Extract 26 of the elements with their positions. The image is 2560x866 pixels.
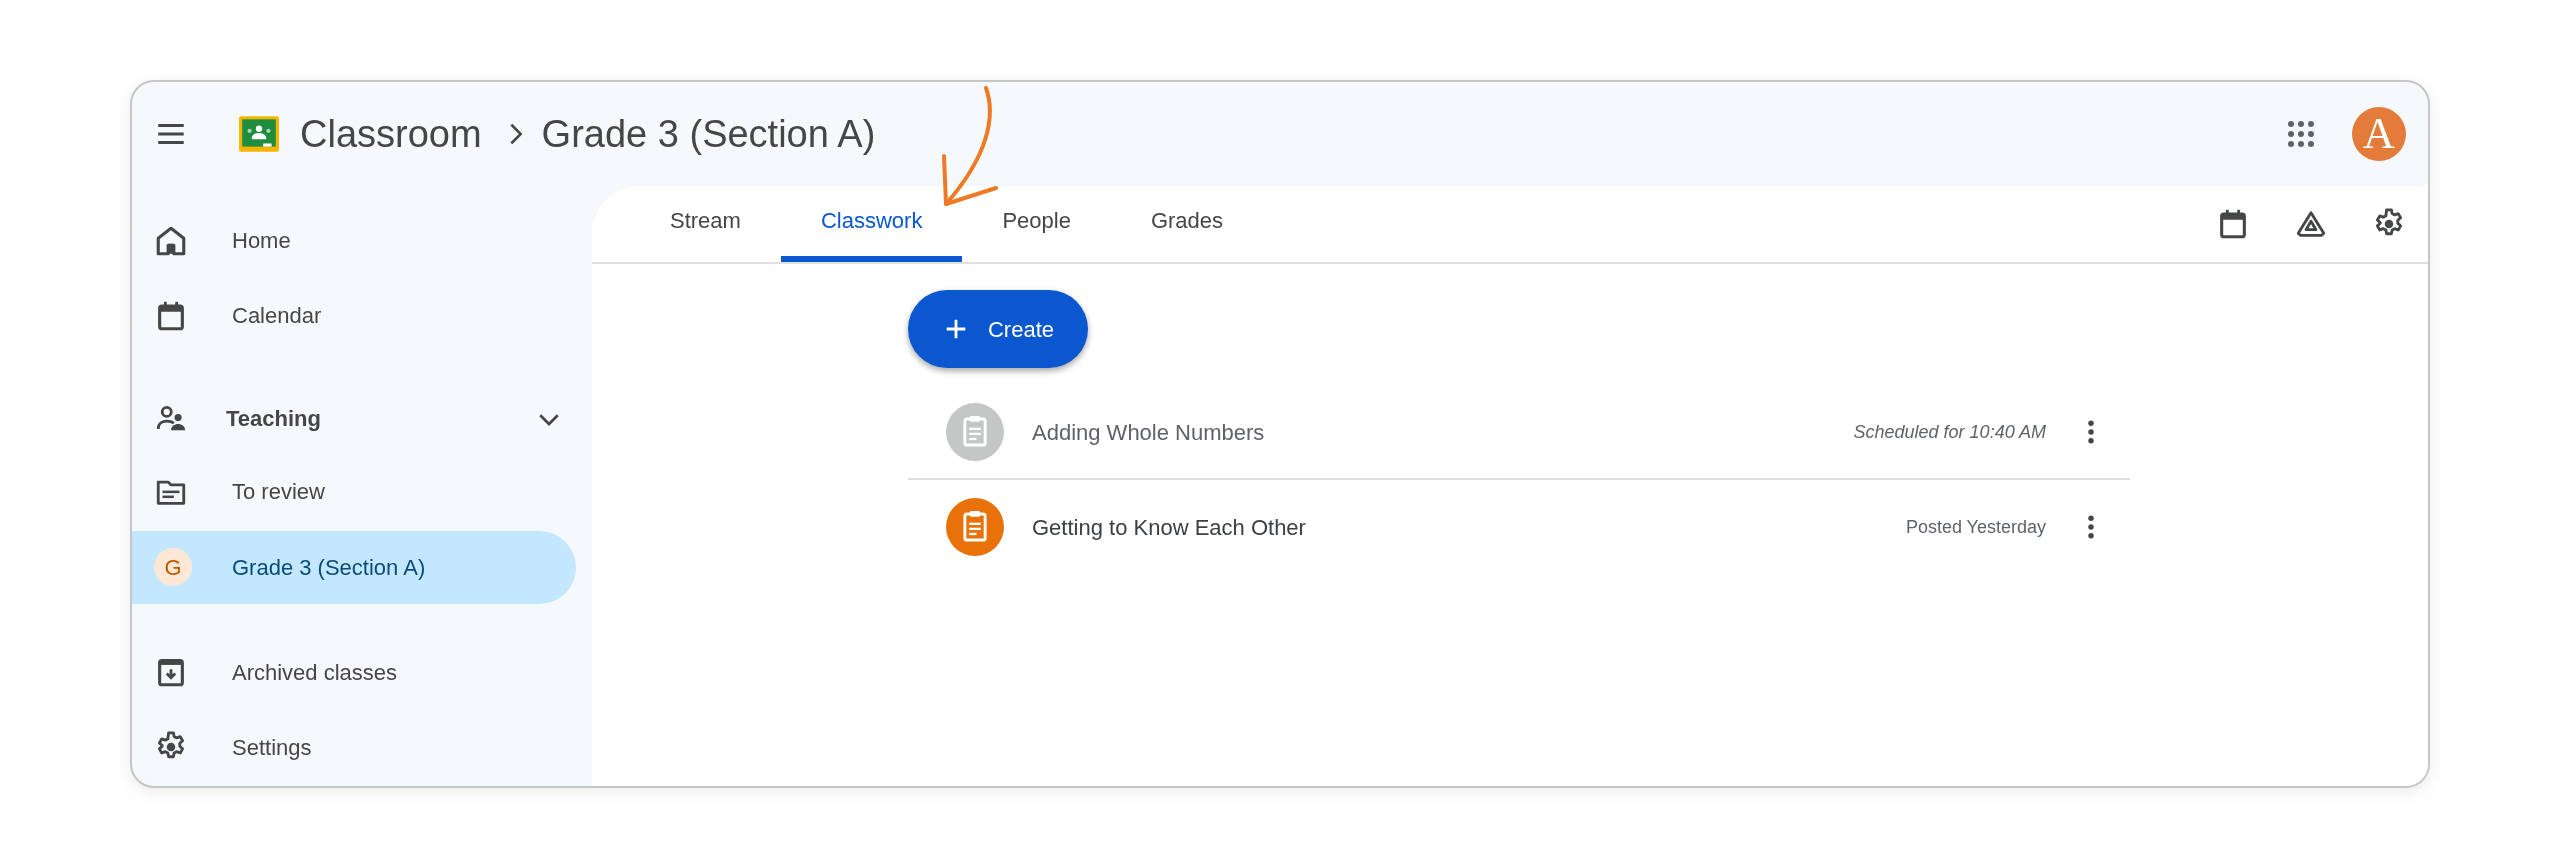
tab[interactable]: Stream — [630, 184, 781, 262]
assignment-title: Getting to Know Each Other — [1032, 513, 1306, 542]
class-avatar: G — [154, 548, 192, 587]
assignment-icon — [946, 498, 1004, 556]
sidebar-section[interactable]: Teaching — [132, 382, 592, 456]
assignment-title: Adding Whole Numbers — [1032, 418, 1265, 447]
class-title: Grade 3 (Section A) — [541, 111, 876, 157]
assignment-status: Posted Yesterday — [1905, 515, 2046, 539]
sidebar-item[interactable]: Calendar — [132, 279, 592, 353]
tab[interactable]: People — [962, 184, 1111, 262]
sidebar-class-item[interactable]: G Grade 3 (Section A) — [132, 530, 576, 604]
tab[interactable]: Classwork — [780, 184, 963, 262]
sidebar-item[interactable]: Settings — [132, 710, 592, 784]
assignment-row[interactable]: Getting to Know Each Other Posted Yesterday — [908, 480, 2130, 574]
app-title[interactable]: Classroom — [300, 105, 482, 163]
assignment-status: Scheduled for 10:40 AM — [1853, 420, 2046, 444]
sidebar-item[interactable]: To review — [132, 455, 592, 529]
sidebar-item[interactable]: Archived classes — [132, 635, 592, 709]
chevron-right-icon — [509, 123, 522, 145]
sidebar-item[interactable]: Home — [132, 204, 592, 278]
assignment-icon — [946, 403, 1004, 461]
tab[interactable]: Grades — [1110, 184, 1264, 262]
classroom-logo-icon — [238, 113, 280, 155]
create-button[interactable]: Create — [908, 290, 1088, 368]
assignment-row[interactable]: Adding Whole Numbers Scheduled for 10:40 AM — [908, 386, 2130, 480]
apps-grid-icon[interactable] — [2286, 119, 2316, 149]
